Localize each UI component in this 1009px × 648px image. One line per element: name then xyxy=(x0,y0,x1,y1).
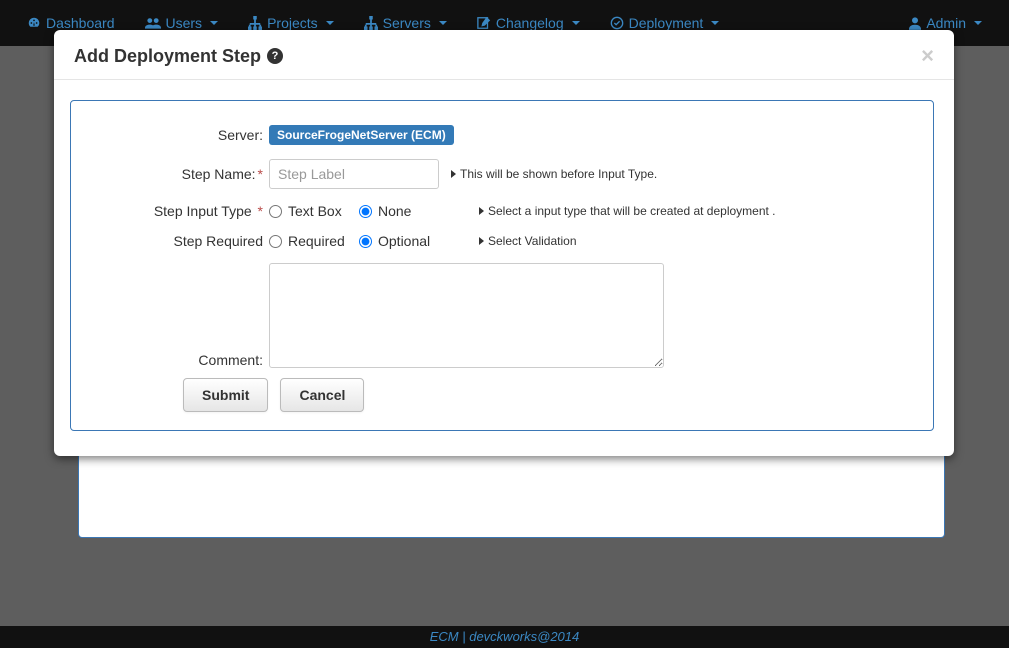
radio-none[interactable] xyxy=(359,205,372,218)
modal-title-text: Add Deployment Step xyxy=(74,46,261,67)
modal-backdrop: Add Deployment Step ? × Server: SourceFr… xyxy=(0,0,1009,648)
comment-textarea[interactable] xyxy=(269,263,664,368)
label-required: Step Required xyxy=(89,233,269,249)
radio-textbox[interactable] xyxy=(269,205,282,218)
required-star: * xyxy=(254,203,263,219)
hint-required: Select Validation xyxy=(479,234,577,248)
submit-button[interactable]: Submit xyxy=(183,378,268,412)
row-input-type: Step Input Type * Text Box None Sel xyxy=(89,203,915,219)
help-icon[interactable]: ? xyxy=(267,48,283,64)
modal-body: Server: SourceFrogeNetServer (ECM) Step … xyxy=(54,80,954,456)
hint-input-type: Select a input type that will be created… xyxy=(479,204,776,218)
caret-right-icon xyxy=(479,237,484,245)
radio-none-group: None xyxy=(359,203,449,219)
radio-optional[interactable] xyxy=(359,235,372,248)
button-row: Submit Cancel xyxy=(183,378,915,412)
row-required: Step Required Required Optional Select V… xyxy=(89,233,915,249)
label-server: Server: xyxy=(89,127,269,143)
row-step-name: Step Name:* This will be shown before In… xyxy=(89,159,915,189)
radio-optional-label: Optional xyxy=(378,233,430,249)
modal-header: Add Deployment Step ? × xyxy=(54,30,954,80)
required-star: * xyxy=(258,166,263,182)
modal-scroll-area[interactable]: Server: SourceFrogeNetServer (ECM) Step … xyxy=(68,95,940,436)
radio-textbox-label: Text Box xyxy=(288,203,342,219)
row-comment: Comment: xyxy=(89,263,915,368)
hint-step-name: This will be shown before Input Type. xyxy=(451,167,657,181)
cancel-button[interactable]: Cancel xyxy=(280,378,364,412)
label-comment: Comment: xyxy=(89,352,269,368)
row-server: Server: SourceFrogeNetServer (ECM) xyxy=(89,125,915,145)
step-name-input[interactable] xyxy=(269,159,439,189)
radio-none-label: None xyxy=(378,203,411,219)
radio-textbox-group: Text Box xyxy=(269,203,359,219)
caret-right-icon xyxy=(479,207,484,215)
label-input-type: Step Input Type * xyxy=(89,203,269,219)
label-step-name: Step Name:* xyxy=(89,166,269,182)
close-icon[interactable]: × xyxy=(921,45,934,67)
radio-required-label: Required xyxy=(288,233,345,249)
modal-title: Add Deployment Step ? xyxy=(74,46,283,67)
radio-optional-group: Optional xyxy=(359,233,449,249)
caret-right-icon xyxy=(451,170,456,178)
add-deployment-step-modal: Add Deployment Step ? × Server: SourceFr… xyxy=(54,30,954,456)
radio-required-group: Required xyxy=(269,233,359,249)
radio-required[interactable] xyxy=(269,235,282,248)
server-badge: SourceFrogeNetServer (ECM) xyxy=(269,125,454,145)
form-panel: Server: SourceFrogeNetServer (ECM) Step … xyxy=(70,100,934,431)
